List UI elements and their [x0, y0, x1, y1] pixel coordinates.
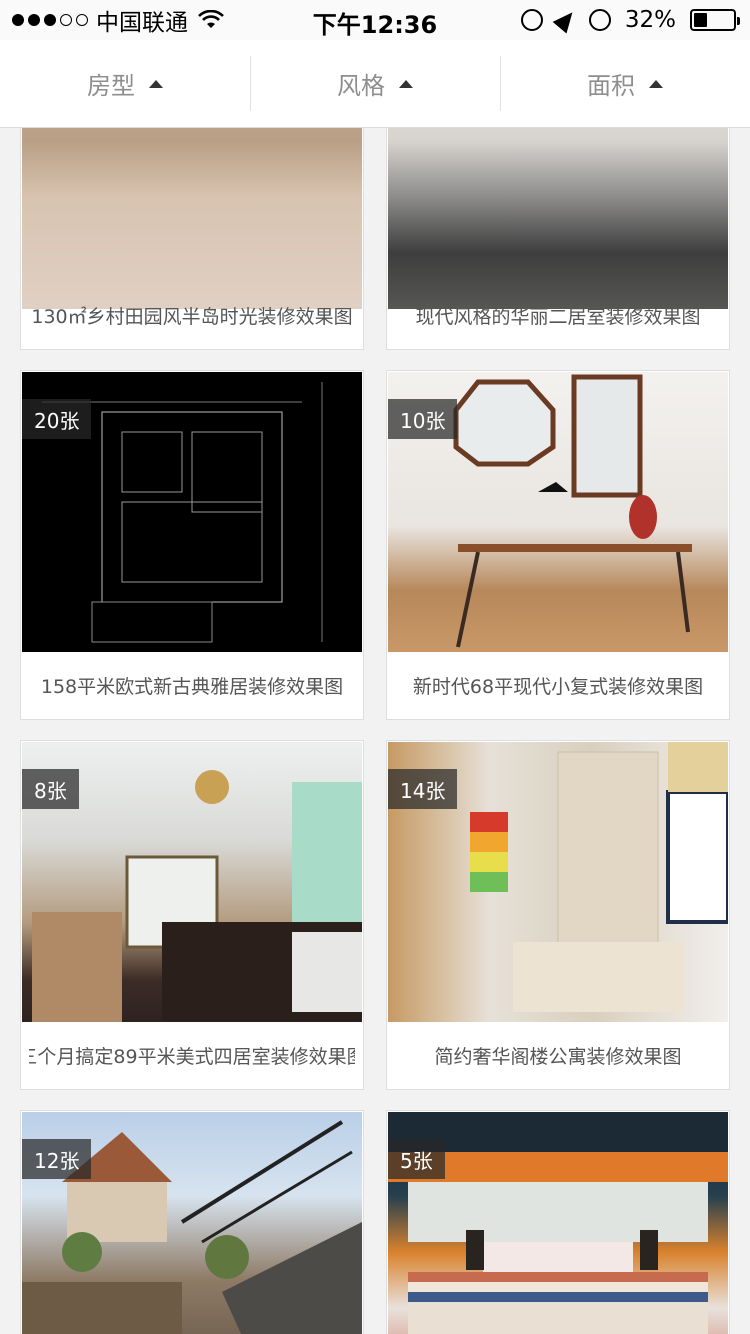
gallery-card[interactable]: 14张 简约奢华阁楼公寓装修效果图 — [386, 740, 730, 1090]
location-icon — [552, 6, 580, 34]
card-title: 现代风格的华丽二居室装修效果图 — [415, 305, 701, 328]
caret-up-icon — [149, 79, 163, 88]
alarm-icon — [588, 9, 611, 31]
card-title: 三个月搞定89平米美式四居室装修效果图 — [29, 1045, 355, 1068]
card-title: 新时代68平现代小复式装修效果图 — [412, 675, 704, 698]
gallery-card[interactable]: 5张 — [386, 1110, 730, 1334]
card-title: 简约奢华阁楼公寓装修效果图 — [434, 1045, 682, 1068]
filter-area[interactable]: 面积 — [500, 40, 750, 127]
filter-bar: 房型 风格 面积 — [0, 40, 750, 128]
filter-label: 面积 — [587, 72, 635, 100]
gallery-card[interactable]: 20张 158平米欧式新古典雅居装修效果图 — [20, 370, 364, 720]
battery-percent: 32% — [624, 7, 676, 33]
filter-style[interactable]: 风格 — [250, 40, 500, 127]
filter-label: 房型 — [87, 72, 135, 100]
card-title: 158平米欧式新古典雅居装修效果图 — [40, 675, 344, 698]
photo-count-badge: 10张 — [388, 399, 458, 439]
gallery-card[interactable]: 8张 三个月搞定89平米美式四居室装修效果图 — [20, 740, 364, 1090]
rotation-lock-icon — [520, 9, 543, 31]
gallery-card[interactable]: 10张 新时代68平现代小复式装修效果图 — [386, 370, 730, 720]
photo-count-badge: 20张 — [22, 399, 92, 439]
caret-up-icon — [399, 79, 413, 88]
status-bar: 中国联通 下午12:36 32% — [0, 0, 750, 40]
caret-up-icon — [649, 79, 663, 88]
battery-icon — [690, 9, 740, 31]
card-title: 130㎡乡村田园风半岛时光装修效果图 — [31, 305, 353, 328]
gallery-card[interactable]: 12张 — [20, 1110, 364, 1334]
filter-room-type[interactable]: 房型 — [0, 40, 250, 127]
filter-label: 风格 — [337, 72, 385, 100]
photo-count-badge: 12张 — [22, 1139, 92, 1179]
photo-count-badge: 8张 — [22, 769, 79, 809]
photo-count-badge: 14张 — [388, 769, 458, 809]
photo-count-badge: 5张 — [388, 1139, 445, 1179]
